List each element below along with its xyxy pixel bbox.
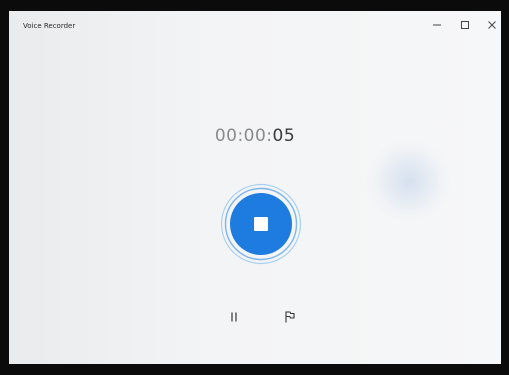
minimize-button[interactable] (424, 15, 450, 37)
stop-icon (254, 217, 268, 231)
timer-seconds: 05 (272, 126, 296, 146)
pause-icon (231, 312, 237, 321)
background-glow (364, 141, 454, 221)
close-icon (488, 21, 496, 29)
pause-button[interactable] (221, 305, 247, 327)
timer-hours-minutes: 00:00: (214, 126, 273, 146)
recording-timer: 00:00:05 (9, 126, 501, 146)
add-marker-button[interactable] (277, 305, 303, 327)
app-title: Voice Recorder (23, 22, 76, 30)
voice-recorder-window: Voice Recorder 00:00:05 (9, 11, 501, 364)
stop-recording-button[interactable] (220, 183, 302, 265)
title-bar[interactable]: Voice Recorder (9, 11, 501, 43)
close-button[interactable] (479, 15, 501, 37)
maximize-icon (461, 21, 469, 29)
maximize-button[interactable] (452, 15, 478, 37)
minimize-icon (433, 24, 441, 26)
flag-icon (285, 310, 295, 322)
